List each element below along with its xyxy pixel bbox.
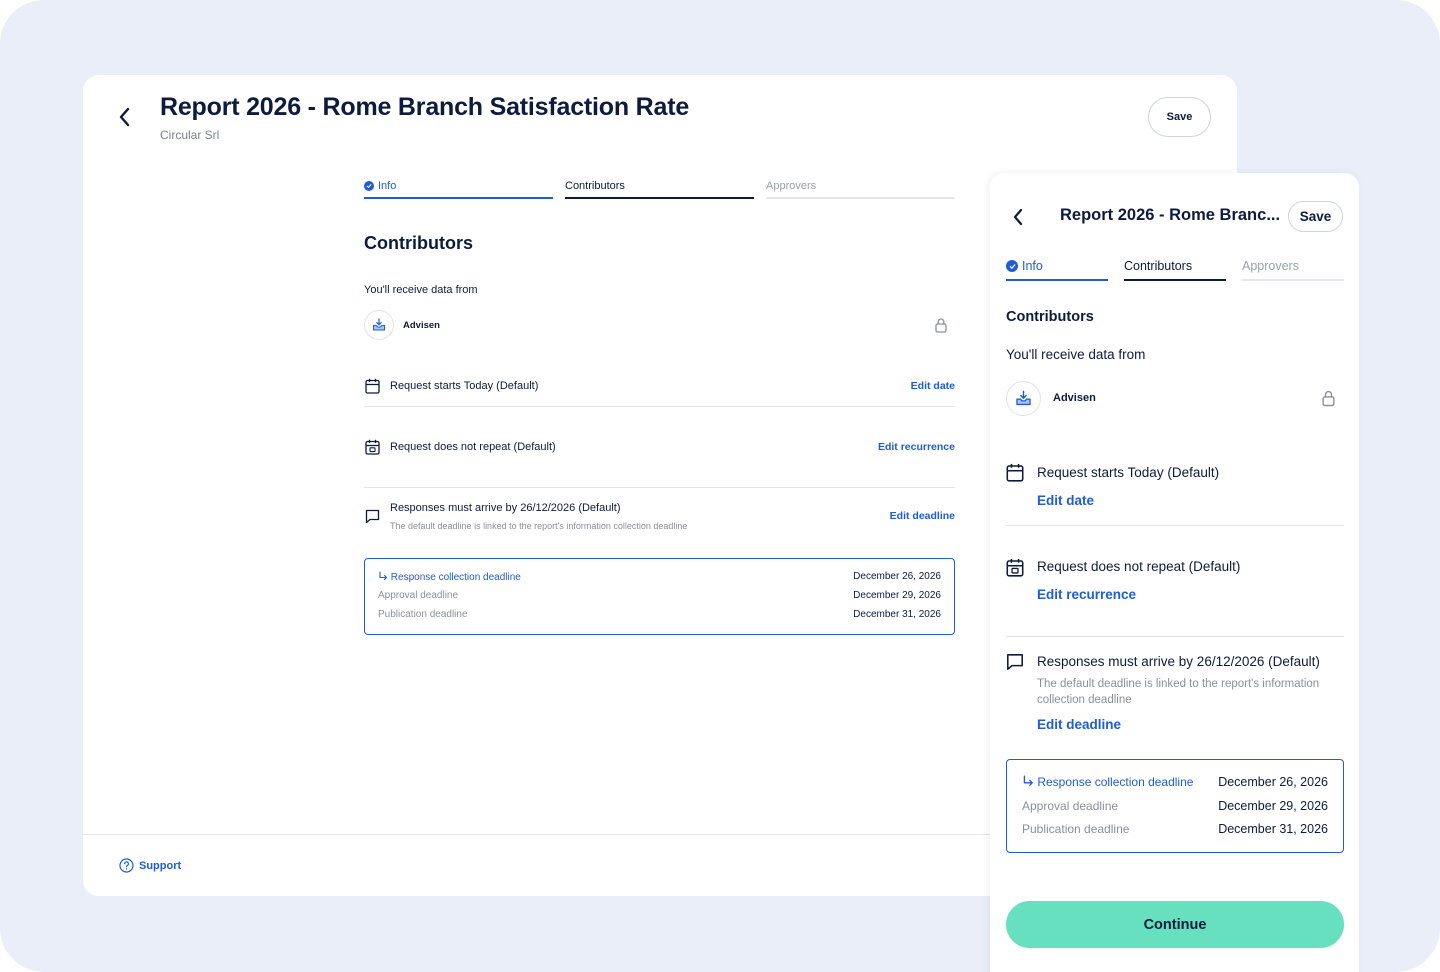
tab-approvers[interactable]: Approvers: [1242, 259, 1344, 281]
edit-deadline-link[interactable]: Edit deadline: [890, 510, 955, 522]
arrow-turn-icon: [1023, 775, 1033, 786]
deadline-date: December 31, 2026: [1218, 822, 1328, 836]
continue-button[interactable]: Continue: [1006, 901, 1344, 948]
section-title: Contributors: [1006, 309, 1094, 325]
save-button[interactable]: Save: [1148, 97, 1211, 137]
contributor-name: Advisen: [1053, 392, 1096, 404]
deadline-date: December 29, 2026: [853, 590, 941, 601]
divider: [364, 487, 955, 488]
chevron-left-icon: [1013, 208, 1023, 226]
tab-label: Approvers: [1242, 259, 1299, 273]
tab-label: Contributors: [1124, 259, 1193, 273]
tab-label: Info: [1022, 259, 1043, 273]
deadline-summary: Response collection deadline December 26…: [364, 558, 955, 635]
deadline-label: Response collection deadline: [1022, 775, 1193, 789]
contributor-name: Advisen: [403, 320, 440, 331]
deadline-row-text: Responses must arrive by 26/12/2026 (Def…: [390, 502, 621, 514]
start-row-text: Request starts Today (Default): [390, 380, 539, 392]
deadline-row: Response collection deadline December 26…: [1007, 775, 1343, 789]
deadline-row-text: Responses must arrive by 26/12/2026 (Def…: [1037, 654, 1320, 669]
step-tabs: Info Contributors Approvers: [1006, 259, 1344, 281]
deadline-note: The default deadline is linked to the re…: [390, 521, 688, 531]
tab-info[interactable]: Info: [1006, 259, 1108, 281]
save-button[interactable]: Save: [1288, 201, 1343, 232]
divider: [1006, 525, 1344, 526]
back-button[interactable]: [113, 105, 137, 129]
deadline-date: December 26, 2026: [1218, 775, 1328, 789]
deadline-label: Publication deadline: [1022, 822, 1130, 836]
support-label: Support: [139, 859, 182, 872]
receive-label: You'll receive data from: [364, 284, 478, 296]
inbox-tray-icon: [1016, 390, 1031, 406]
edit-date-link[interactable]: Edit date: [911, 380, 955, 392]
deadline-label: Response collection deadline: [378, 571, 521, 583]
deadline-label: Approval deadline: [1022, 799, 1119, 813]
message-icon: [1006, 653, 1024, 676]
calendar-repeat-icon: [365, 439, 380, 460]
deadline-label: Approval deadline: [378, 590, 459, 601]
support-link[interactable]: Support: [119, 858, 181, 873]
deadline-date: December 29, 2026: [1218, 799, 1328, 813]
calendar-repeat-icon: [1006, 558, 1024, 582]
page-title: Report 2026 - Rome Branc...: [1060, 206, 1281, 224]
edit-recurrence-link[interactable]: Edit recurrence: [1037, 587, 1136, 602]
page-title: Report 2026 - Rome Branch Satisfaction R…: [160, 93, 690, 121]
deadline-row: Approval deadline December 29, 2026: [365, 590, 954, 601]
deadline-note: The default deadline is linked to the re…: [1037, 678, 1320, 706]
divider: [364, 406, 955, 407]
edit-recurrence-link[interactable]: Edit recurrence: [878, 441, 955, 453]
deadline-date: December 26, 2026: [853, 571, 941, 582]
company-avatar: [364, 310, 394, 340]
edit-date-link[interactable]: Edit date: [1037, 493, 1094, 508]
deadline-row: Publication deadline December 31, 2026: [1007, 822, 1343, 836]
receive-label: You'll receive data from: [1006, 347, 1146, 362]
mobile-report-panel: Report 2026 - Rome Branc... Save Info Co…: [990, 173, 1359, 972]
organization-name: Circular Srl: [160, 128, 220, 142]
tab-info[interactable]: Info: [364, 180, 553, 199]
inbox-tray-icon: [372, 318, 386, 331]
divider: [1006, 636, 1344, 637]
help-circle-icon: [119, 858, 134, 873]
tab-contributors[interactable]: Contributors: [565, 180, 754, 199]
arrow-turn-icon: [379, 571, 388, 581]
chevron-left-icon: [119, 107, 130, 127]
company-avatar: [1006, 381, 1041, 416]
tab-label: Contributors: [565, 180, 625, 192]
deadline-date: December 31, 2026: [853, 609, 941, 620]
message-icon: [365, 509, 380, 529]
start-row-text: Request starts Today (Default): [1037, 465, 1220, 480]
tab-approvers[interactable]: Approvers: [766, 180, 955, 199]
edit-deadline-link[interactable]: Edit deadline: [1037, 717, 1121, 732]
calendar-icon: [1006, 463, 1024, 487]
lock-icon: [934, 317, 948, 338]
tab-label: Approvers: [766, 180, 817, 192]
step-tabs: Info Contributors Approvers: [364, 180, 955, 199]
deadline-row: Approval deadline December 29, 2026: [1007, 799, 1343, 813]
deadline-row: Response collection deadline December 26…: [365, 571, 954, 583]
check-circle-icon: [364, 181, 374, 191]
repeat-row-text: Request does not repeat (Default): [390, 441, 556, 453]
back-button[interactable]: [1008, 206, 1028, 228]
section-title: Contributors: [364, 233, 473, 253]
repeat-row-text: Request does not repeat (Default): [1037, 559, 1241, 574]
check-circle-icon: [1006, 260, 1018, 272]
deadline-summary: Response collection deadline December 26…: [1006, 759, 1344, 853]
calendar-icon: [365, 378, 380, 399]
lock-icon: [1321, 389, 1336, 412]
tab-contributors[interactable]: Contributors: [1124, 259, 1226, 281]
tab-label: Info: [378, 180, 397, 192]
deadline-label: Publication deadline: [378, 609, 468, 620]
deadline-row: Publication deadline December 31, 2026: [365, 609, 954, 620]
